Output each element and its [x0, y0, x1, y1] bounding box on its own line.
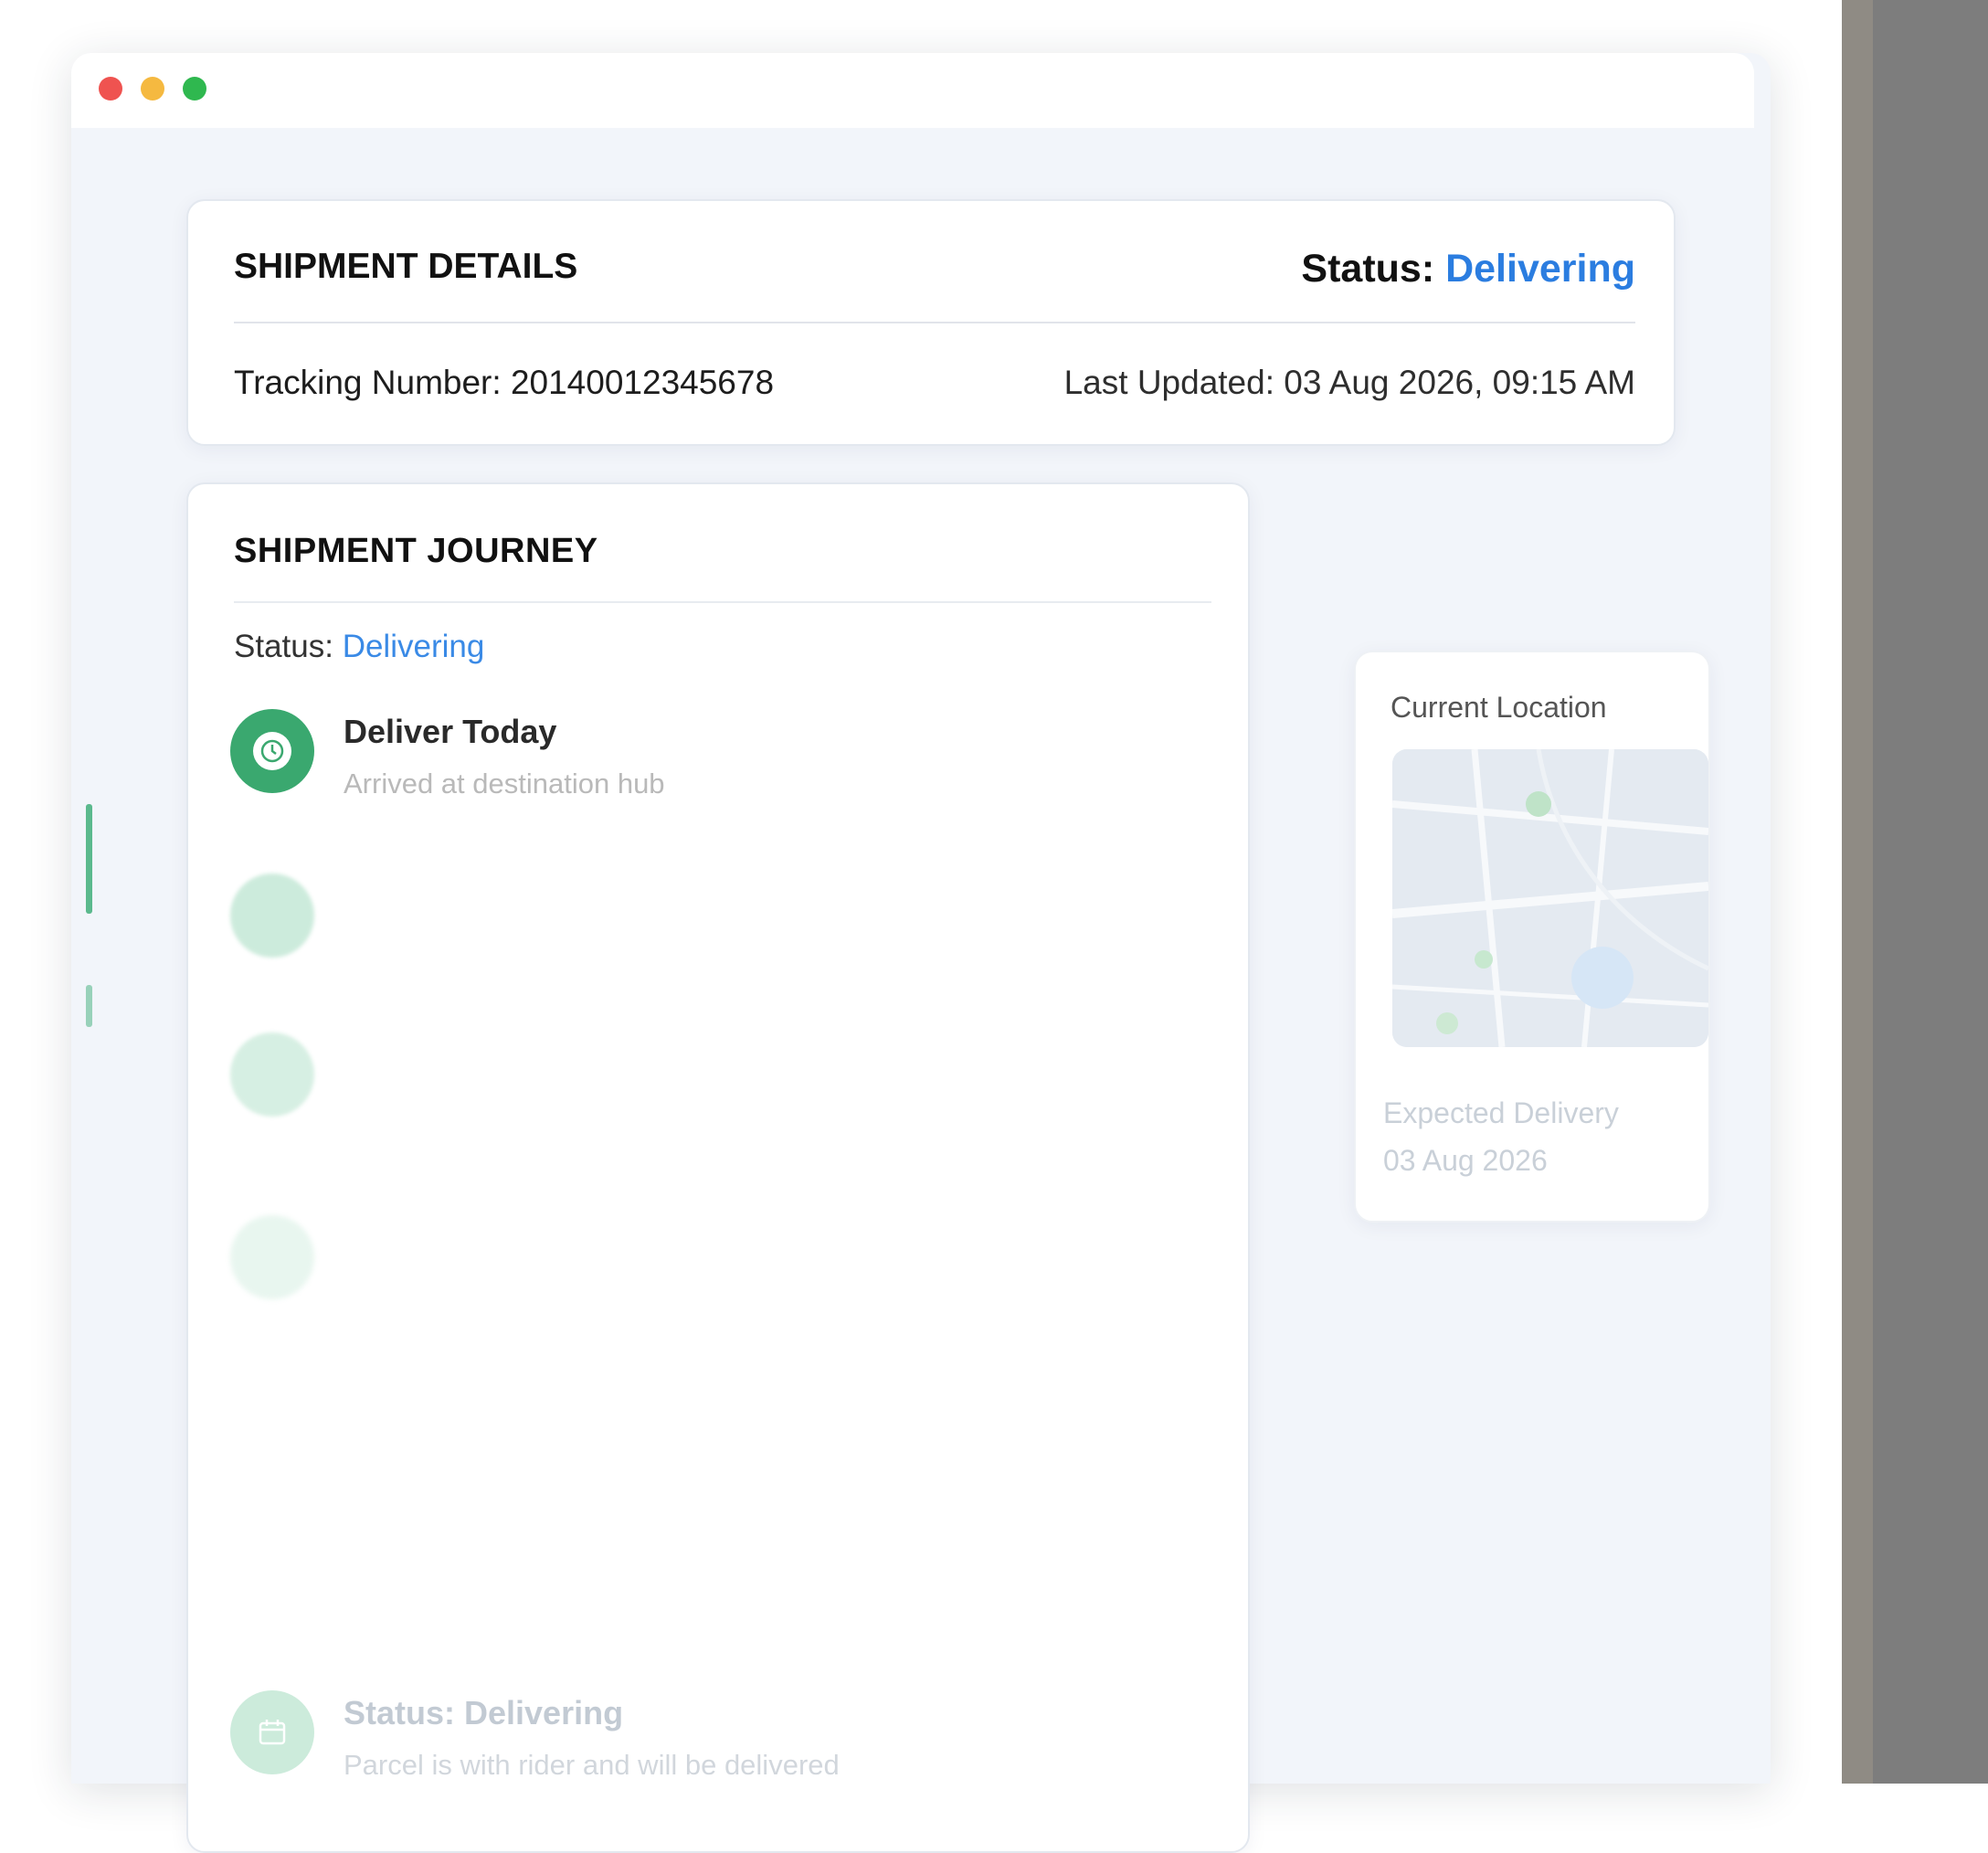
- event-icon-circle: [230, 1690, 314, 1774]
- event-icon-circle: [230, 1032, 314, 1117]
- tracking-number: Tracking Number: 20140012345678: [234, 364, 774, 402]
- minimize-window-button[interactable]: [141, 77, 164, 101]
- journey-status-value: Delivering: [342, 629, 485, 664]
- shipment-details-card: SHIPMENT DETAILS Status: Delivering Trac…: [186, 199, 1676, 446]
- shipment-journey-title: SHIPMENT JOURNEY: [234, 532, 598, 570]
- shipment-status: Status: Delivering: [1301, 247, 1635, 291]
- tracking-label: Tracking Number:: [234, 364, 502, 401]
- event-title: Deliver Today: [344, 713, 557, 750]
- close-window-button[interactable]: [99, 77, 122, 101]
- event-description: Parcel is with rider and will be deliver…: [344, 1749, 840, 1781]
- status-value: Delivering: [1445, 247, 1635, 291]
- event-description: Arrived at destination hub: [344, 768, 665, 799]
- tracking-value[interactable]: 20140012345678: [511, 364, 774, 401]
- map-graphic: [1392, 749, 1708, 1047]
- calendar-icon: [253, 1713, 291, 1752]
- box-icon: [253, 896, 291, 935]
- truck-icon: [253, 1238, 291, 1276]
- current-location-card: Current Location Expected Delivery 03 Au…: [1354, 651, 1710, 1223]
- clock-icon: [253, 732, 291, 770]
- journey-event[interactable]: [230, 1215, 1217, 1343]
- journey-status-label: Status:: [234, 629, 333, 664]
- status-label: Status:: [1301, 247, 1435, 291]
- journey-event[interactable]: Status: Delivering Parcel is with rider …: [230, 1690, 1217, 1818]
- expected-delivery-date: 03 Aug 2026: [1383, 1144, 1548, 1177]
- shipment-details-title: SHIPMENT DETAILS: [234, 247, 578, 286]
- timeline-connector: [86, 804, 92, 914]
- location-map[interactable]: [1392, 749, 1708, 1047]
- last-updated: Last Updated: 03 Aug 2026, 09:15 AM: [1064, 364, 1635, 402]
- timeline-connector: [86, 985, 92, 1027]
- background-strip: [1842, 0, 1873, 1784]
- current-location-title: Current Location: [1391, 691, 1607, 724]
- event-icon-circle: [230, 709, 314, 793]
- updated-value: 03 Aug 2026, 09:15 AM: [1284, 364, 1635, 401]
- zoom-window-button[interactable]: [183, 77, 206, 101]
- journey-event[interactable]: Deliver Today Arrived at destination hub: [230, 709, 1217, 837]
- title-bar: [71, 53, 1754, 128]
- event-title: Status: Delivering: [344, 1694, 624, 1731]
- expected-delivery-label: Expected Delivery: [1383, 1096, 1619, 1129]
- divider: [234, 322, 1635, 323]
- journey-event[interactable]: [230, 874, 1217, 1001]
- updated-label: Last Updated:: [1063, 364, 1274, 401]
- journey-status: Status: Delivering: [234, 629, 484, 665]
- journey-event[interactable]: [230, 1032, 1217, 1160]
- event-icon-circle: [230, 1215, 314, 1299]
- background-strip: [1873, 0, 1988, 1784]
- location-icon: [253, 1055, 291, 1094]
- shipment-journey-card: SHIPMENT JOURNEY Status: Delivering: [186, 482, 1250, 1853]
- event-icon-circle: [230, 874, 314, 958]
- divider: [234, 601, 1211, 603]
